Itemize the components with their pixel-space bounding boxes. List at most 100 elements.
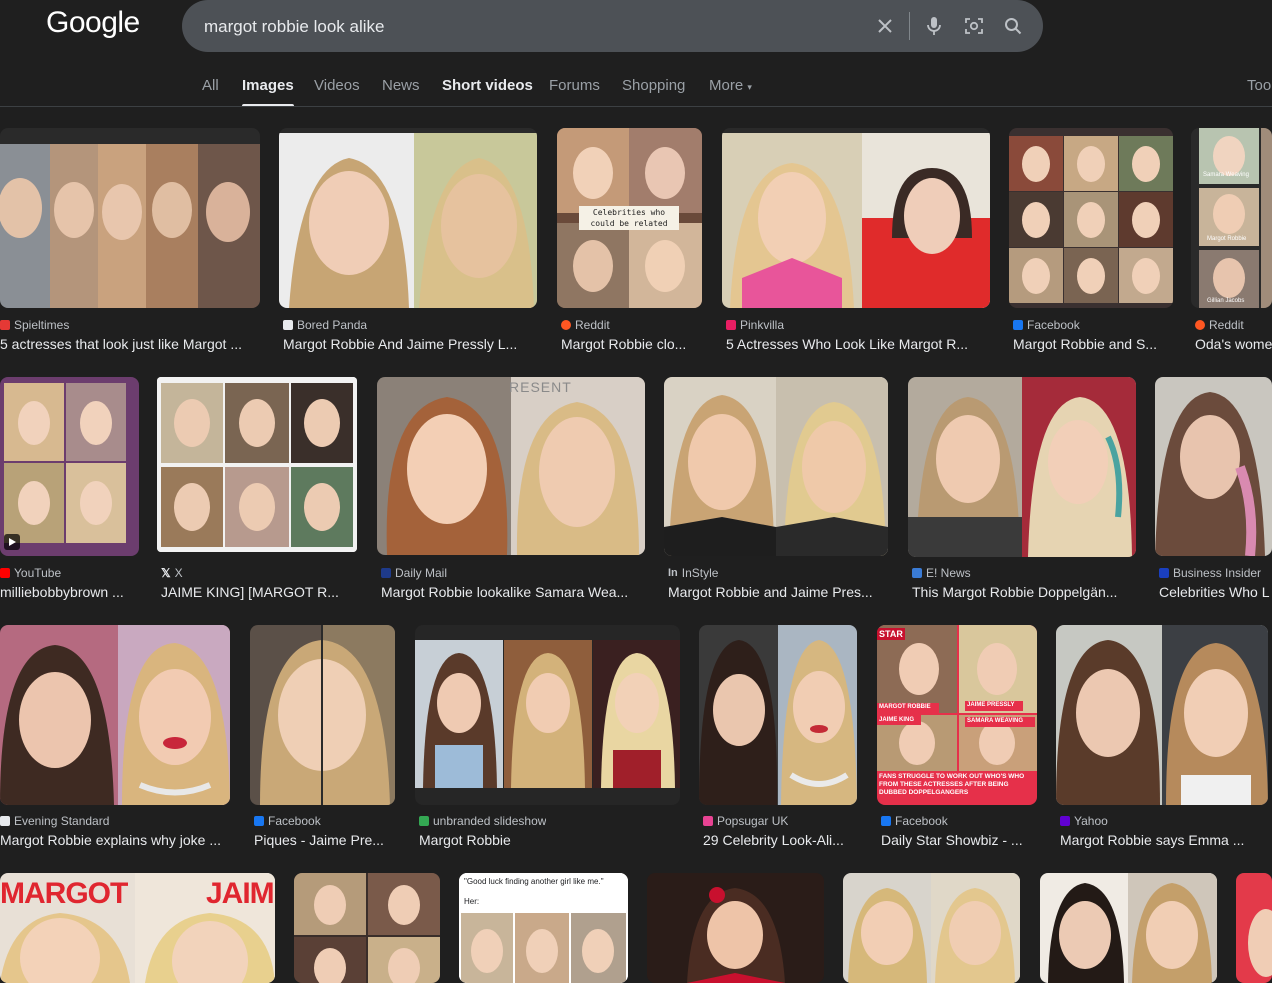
tabs-divider bbox=[0, 106, 1272, 107]
result-thumbnail[interactable]: RESENT bbox=[377, 377, 645, 555]
result-source[interactable]: unbranded slideshow bbox=[419, 814, 546, 828]
result-thumbnail[interactable] bbox=[294, 873, 440, 983]
result-source[interactable]: Reddit bbox=[561, 318, 610, 332]
result-thumbnail[interactable] bbox=[843, 873, 1020, 983]
result-title[interactable]: 5 actresses that look just like Margot .… bbox=[0, 336, 250, 352]
source-favicon bbox=[0, 816, 10, 826]
result-thumbnail[interactable] bbox=[1040, 873, 1217, 983]
search-input[interactable] bbox=[202, 0, 846, 54]
source-name: Facebook bbox=[268, 814, 321, 828]
result-thumbnail[interactable] bbox=[699, 625, 857, 805]
search-icon[interactable] bbox=[1000, 13, 1026, 39]
thumb-label: JAIME KING bbox=[879, 717, 915, 723]
result-title[interactable]: This Margot Robbie Doppelgän... bbox=[912, 584, 1130, 600]
result-source[interactable]: Pinkvilla bbox=[726, 318, 784, 332]
source-name: Reddit bbox=[575, 318, 610, 332]
source-favicon bbox=[881, 816, 891, 826]
tab-short-videos[interactable]: Short videos bbox=[442, 77, 533, 94]
result-title[interactable]: Margot Robbie bbox=[419, 832, 674, 848]
tab-forums[interactable]: Forums bbox=[549, 77, 600, 94]
result-source[interactable]: Bored Panda bbox=[283, 318, 367, 332]
tab-tools[interactable]: Too bbox=[1247, 77, 1271, 94]
result-thumbnail[interactable] bbox=[0, 128, 260, 308]
result-source[interactable]: Business Insider bbox=[1159, 566, 1261, 580]
result-thumbnail[interactable] bbox=[1236, 873, 1272, 983]
result-title[interactable]: Margot Robbie and S... bbox=[1013, 336, 1165, 352]
result-source[interactable]: Reddit bbox=[1195, 318, 1244, 332]
google-logo[interactable]: Google bbox=[46, 6, 140, 40]
tab-videos[interactable]: Videos bbox=[314, 77, 360, 94]
result-source[interactable]: Facebook bbox=[881, 814, 948, 828]
result-source[interactable]: Facebook bbox=[254, 814, 321, 828]
result-thumbnail[interactable]: "Good luck finding another girl like me.… bbox=[459, 873, 628, 983]
result-thumbnail[interactable] bbox=[1155, 377, 1272, 556]
result-source[interactable]: YouTube bbox=[0, 566, 61, 580]
result-thumbnail[interactable]: Samara Weaving Margot Robbie Gillian Jac… bbox=[1191, 128, 1272, 308]
source-name: Business Insider bbox=[1173, 566, 1262, 580]
result-source[interactable]: Yahoo bbox=[1060, 814, 1108, 828]
result-title[interactable]: Celebrities Who L bbox=[1159, 584, 1272, 600]
thumb-tweet-label: Her: bbox=[464, 897, 480, 906]
result-title[interactable]: Margot Robbie explains why joke ... bbox=[0, 832, 228, 848]
result-title[interactable]: Daily Star Showbiz - ... bbox=[881, 832, 1035, 848]
result-source[interactable]: Spieltimes bbox=[0, 318, 69, 332]
x-logo-icon: 𝕏 bbox=[161, 566, 171, 580]
video-play-icon[interactable] bbox=[4, 534, 20, 550]
source-name: Facebook bbox=[1027, 318, 1080, 332]
result-title[interactable]: Piques - Jaime Pre... bbox=[254, 832, 392, 848]
source-favicon bbox=[1195, 320, 1205, 330]
thumb-headline: MARGOT bbox=[0, 877, 128, 910]
result-title[interactable]: Margot Robbie and Jaime Pres... bbox=[668, 584, 883, 600]
result-source[interactable]: Daily Mail bbox=[381, 566, 447, 580]
result-title[interactable]: Oda's wome bbox=[1195, 336, 1272, 352]
result-thumbnail[interactable] bbox=[415, 625, 680, 805]
result-thumbnail[interactable] bbox=[647, 873, 824, 983]
result-thumbnail[interactable]: MARGOT JAIMI bbox=[0, 873, 275, 983]
result-thumbnail[interactable] bbox=[1009, 128, 1173, 308]
microphone-icon[interactable] bbox=[921, 13, 947, 39]
source-favicon bbox=[381, 568, 391, 578]
source-name: Pinkvilla bbox=[740, 318, 785, 332]
result-source[interactable]: Facebook bbox=[1013, 318, 1080, 332]
source-name: InStyle bbox=[681, 566, 719, 580]
result-title[interactable]: Margot Robbie clo... bbox=[561, 336, 696, 352]
result-thumbnail[interactable] bbox=[1056, 625, 1268, 805]
tab-images[interactable]: Images bbox=[242, 77, 294, 107]
result-thumbnail[interactable]: Celebrities who could be related bbox=[557, 128, 702, 308]
search-box[interactable] bbox=[182, 0, 1043, 54]
result-thumbnail[interactable] bbox=[664, 377, 888, 556]
source-name: Facebook bbox=[895, 814, 948, 828]
result-source[interactable]: E! News bbox=[912, 566, 971, 580]
result-thumbnail[interactable] bbox=[908, 377, 1136, 557]
result-source[interactable]: Evening Standard bbox=[0, 814, 109, 828]
thumb-logo: STAR bbox=[877, 628, 905, 640]
result-source[interactable]: 𝕏X bbox=[161, 566, 183, 580]
result-title[interactable]: Margot Robbie And Jaime Pressly L... bbox=[283, 336, 528, 352]
result-title[interactable]: JAIME KING] [MARGOT R... bbox=[161, 584, 351, 600]
tab-shopping[interactable]: Shopping bbox=[622, 77, 685, 94]
result-title[interactable]: Margot Robbie says Emma ... bbox=[1060, 832, 1265, 848]
result-title[interactable]: 29 Celebrity Look-Ali... bbox=[703, 832, 853, 848]
clear-icon[interactable] bbox=[872, 13, 898, 39]
result-thumbnail[interactable] bbox=[157, 377, 357, 552]
result-source[interactable]: In InStyle bbox=[668, 566, 718, 580]
result-title[interactable]: 5 Actresses Who Look Like Margot R... bbox=[726, 336, 984, 352]
result-title[interactable]: milliebobbybrown ... bbox=[0, 584, 130, 600]
result-thumbnail[interactable]: STAR MARGOT ROBBIE JAIME PRESSLY JAIME K… bbox=[877, 625, 1037, 805]
result-thumbnail[interactable] bbox=[722, 128, 990, 308]
thumb-label: Samara Weaving bbox=[1203, 172, 1249, 178]
result-thumbnail[interactable] bbox=[0, 377, 139, 556]
source-favicon bbox=[0, 320, 10, 330]
result-thumbnail[interactable] bbox=[0, 625, 230, 805]
thumb-caption: FANS STRUGGLE TO WORK OUT WHO'S WHO FROM… bbox=[879, 773, 1025, 796]
tab-news[interactable]: News bbox=[382, 77, 420, 94]
result-source[interactable]: Popsugar UK bbox=[703, 814, 788, 828]
search-divider bbox=[909, 12, 910, 40]
result-thumbnail[interactable] bbox=[279, 128, 537, 308]
result-thumbnail[interactable] bbox=[250, 625, 395, 805]
source-name: Reddit bbox=[1209, 318, 1244, 332]
result-title[interactable]: Margot Robbie lookalike Samara Wea... bbox=[381, 584, 639, 600]
tab-all[interactable]: All bbox=[202, 77, 219, 94]
tab-more[interactable]: More ▾ bbox=[709, 77, 752, 94]
camera-lens-icon[interactable] bbox=[961, 13, 987, 39]
